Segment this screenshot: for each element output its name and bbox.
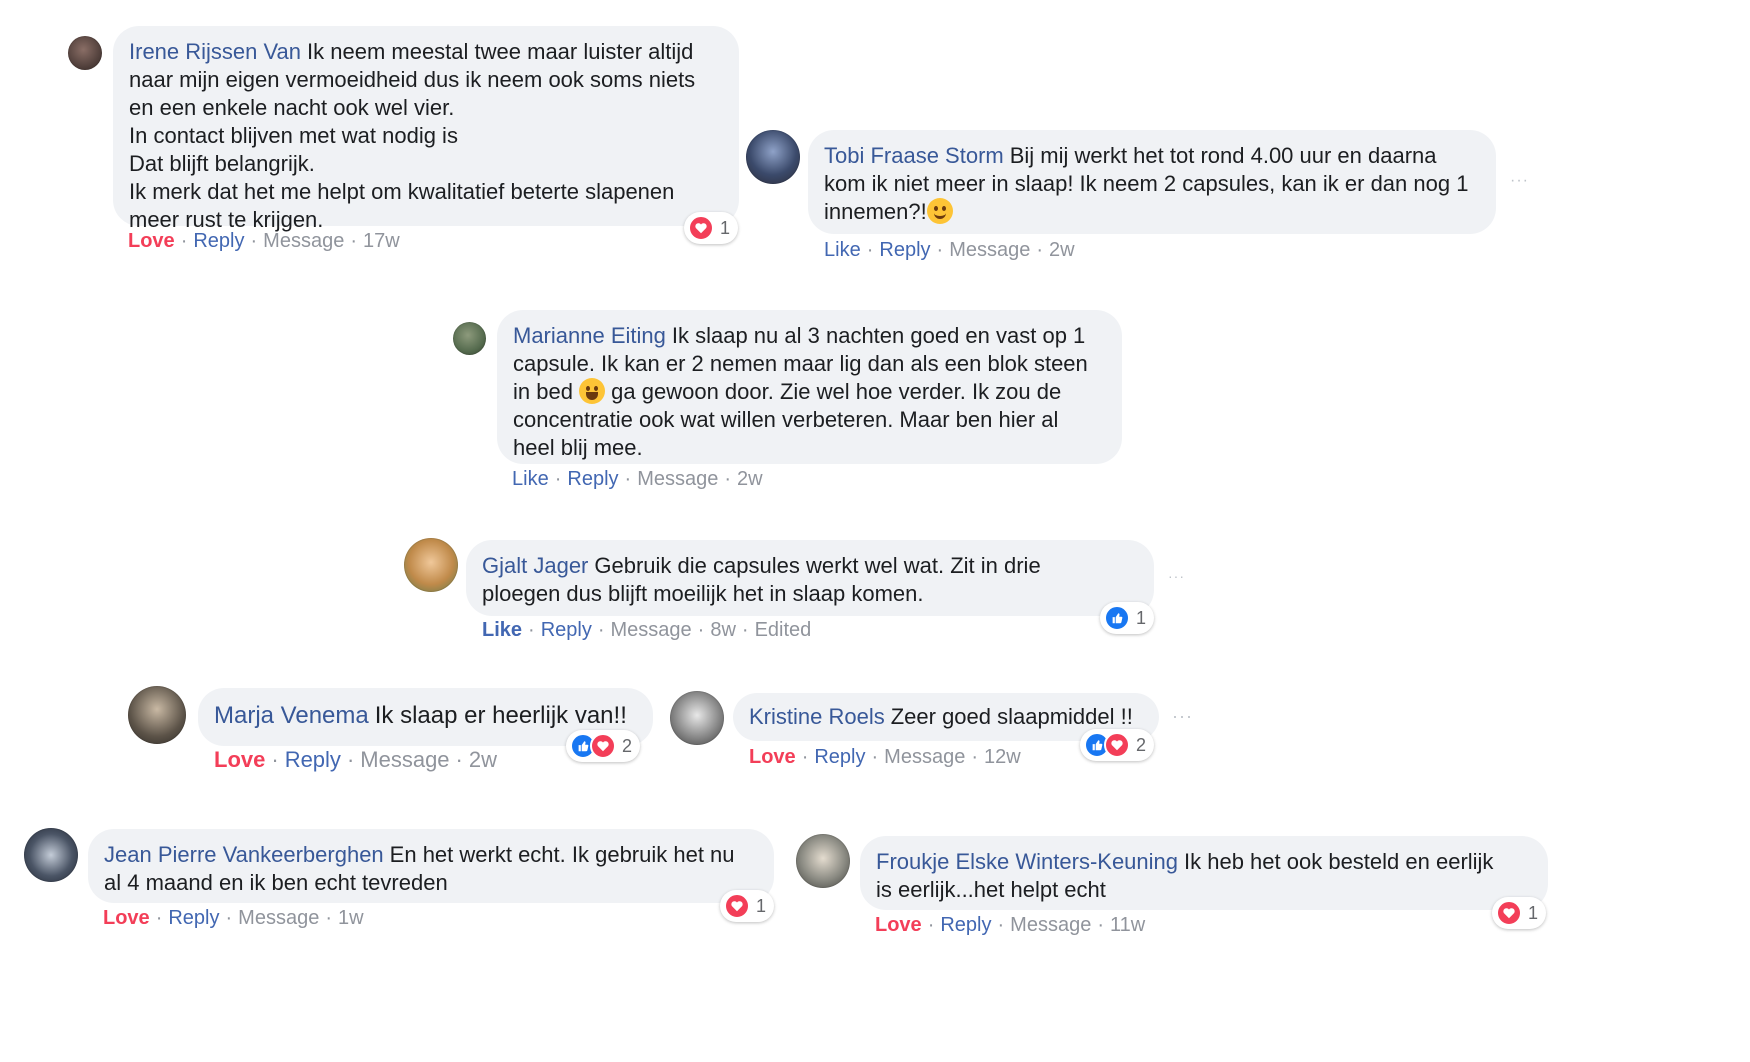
comment-author[interactable]: Kristine Roels <box>749 704 885 729</box>
avatar[interactable] <box>404 538 458 592</box>
comment-author[interactable]: Marianne Eiting <box>513 323 666 348</box>
reaction-count: 2 <box>1136 734 1147 755</box>
avatar[interactable] <box>24 828 78 882</box>
message-button[interactable]: Message <box>949 239 1030 261</box>
reaction-summary[interactable]: 1 <box>1100 602 1155 634</box>
avatar[interactable] <box>68 36 102 70</box>
timestamp[interactable]: 2w <box>1049 239 1075 261</box>
reaction-count: 1 <box>1528 902 1539 923</box>
timestamp[interactable]: 8w <box>710 619 736 641</box>
reply-button[interactable]: Reply <box>168 907 219 929</box>
comment-bubble: Froukje Elske Winters-Keuning Ik heb het … <box>860 836 1548 910</box>
comment-actions: Love · Reply · Message · 1w <box>103 907 364 929</box>
comment-actions: Love · Reply · Message · 2w <box>214 747 497 772</box>
laughing-emoji-icon <box>579 378 606 404</box>
reply-button[interactable]: Reply <box>285 747 341 772</box>
reply-button[interactable]: Reply <box>541 619 592 641</box>
reply-button[interactable]: Reply <box>879 239 930 261</box>
avatar[interactable] <box>746 130 800 184</box>
comment-author[interactable]: Irene Rijssen Van <box>129 39 301 64</box>
comment-actions: Love · Reply · Message · 11w <box>875 914 1146 936</box>
avatar[interactable] <box>670 691 724 745</box>
comment-actions: Like · Reply · Message · 2w <box>512 468 763 490</box>
reaction-summary[interactable]: 1 <box>1492 897 1547 929</box>
reaction-summary[interactable]: 2 <box>566 730 641 762</box>
heart-icon <box>688 215 714 241</box>
like-button[interactable]: Like <box>482 619 522 641</box>
reply-button[interactable]: Reply <box>940 914 991 936</box>
more-options-icon[interactable]: ··· <box>1168 568 1185 584</box>
like-button[interactable]: Like <box>824 239 861 261</box>
reaction-count: 1 <box>1136 607 1147 628</box>
comment-actions: Love · Reply · Message · 17w <box>128 230 400 252</box>
timestamp[interactable]: 2w <box>469 747 497 772</box>
reaction-summary[interactable]: 1 <box>720 890 775 922</box>
love-button[interactable]: Love <box>128 230 175 252</box>
avatar[interactable] <box>128 686 186 744</box>
more-options-icon[interactable]: ··· <box>1510 172 1529 190</box>
heart-icon <box>590 733 616 759</box>
timestamp[interactable]: 1w <box>338 907 364 929</box>
timestamp[interactable]: 17w <box>363 230 400 252</box>
message-button[interactable]: Message <box>1010 914 1091 936</box>
comment-actions: Like · Reply · Message · 8w · Edited <box>482 619 812 641</box>
comment-bubble: Tobi Fraase Storm Bij mij werkt het tot r… <box>808 130 1496 234</box>
timestamp[interactable]: 2w <box>737 468 763 490</box>
smirk-emoji-icon <box>926 198 953 224</box>
heart-icon <box>1104 732 1130 758</box>
avatar[interactable] <box>796 834 850 888</box>
message-button[interactable]: Message <box>884 746 965 768</box>
love-button[interactable]: Love <box>875 914 922 936</box>
comment-author[interactable]: Froukje Elske Winters-Keuning <box>876 849 1178 874</box>
comment-author[interactable]: Jean Pierre Vankeerberghen <box>104 842 384 867</box>
comment-actions: Like · Reply · Message · 2w <box>824 239 1075 261</box>
reaction-count: 1 <box>756 895 767 916</box>
love-button[interactable]: Love <box>103 907 150 929</box>
comment-text: Ik neem meestal twee maar luister altijd… <box>129 39 696 232</box>
reaction-count: 2 <box>622 735 633 756</box>
comment-text: Zeer goed slaapmiddel !! <box>890 704 1133 729</box>
reply-button[interactable]: Reply <box>193 230 244 252</box>
heart-icon <box>724 893 750 919</box>
comment-bubble: Jean Pierre Vankeerberghen En het werkt e… <box>88 829 774 903</box>
like-button[interactable]: Like <box>512 468 549 490</box>
reaction-summary[interactable]: 1 <box>684 212 739 244</box>
reaction-count: 1 <box>720 217 731 238</box>
comment-text: Ik slaap er heerlijk van!! <box>374 702 627 729</box>
edited-label[interactable]: Edited <box>755 619 812 641</box>
reaction-summary[interactable]: 2 <box>1080 729 1155 761</box>
comment-bubble: Marianne Eiting Ik slaap nu al 3 nachten … <box>497 310 1122 464</box>
comment-bubble: Irene Rijssen Van Ik neem meestal twee ma… <box>113 26 739 232</box>
comment-author[interactable]: Tobi Fraase Storm <box>824 143 1004 168</box>
avatar[interactable] <box>453 322 486 355</box>
message-button[interactable]: Message <box>238 907 319 929</box>
love-button[interactable]: Love <box>749 746 796 768</box>
message-button[interactable]: Message <box>637 468 718 490</box>
message-button[interactable]: Message <box>263 230 344 252</box>
message-button[interactable]: Message <box>360 747 449 772</box>
more-options-icon[interactable]: ··· <box>1172 706 1193 727</box>
heart-icon <box>1496 900 1522 926</box>
love-button[interactable]: Love <box>214 747 265 772</box>
message-button[interactable]: Message <box>611 619 692 641</box>
comment-author[interactable]: Marja Venema <box>214 702 369 729</box>
timestamp[interactable]: 12w <box>984 746 1021 768</box>
reply-button[interactable]: Reply <box>814 746 865 768</box>
comment-actions: Love · Reply · Message · 12w <box>749 746 1021 768</box>
comment-author[interactable]: Gjalt Jager <box>482 553 588 578</box>
timestamp[interactable]: 11w <box>1110 914 1145 936</box>
like-icon <box>1104 605 1130 631</box>
comment-bubble: Gjalt Jager Gebruik die capsules werkt we… <box>466 540 1154 616</box>
reply-button[interactable]: Reply <box>567 468 618 490</box>
